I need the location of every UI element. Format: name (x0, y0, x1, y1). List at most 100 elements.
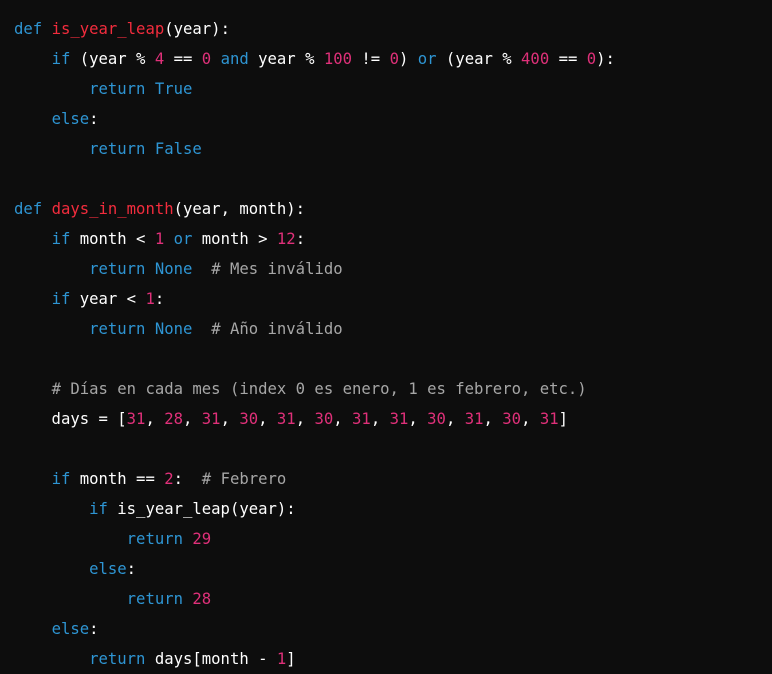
code-token-default (14, 320, 89, 338)
code-token-default: , (370, 410, 390, 428)
code-token-keyword: and (220, 50, 249, 68)
code-token-default: , (483, 410, 503, 428)
code-token-keyword: if (51, 50, 71, 68)
code-token-keyword: return (89, 650, 146, 668)
code-token-keyword: return (126, 530, 184, 548)
code-token-default (14, 530, 127, 548)
code-token-default: , (183, 410, 202, 428)
code-token-default: == (164, 50, 202, 68)
code-token-number: 30 (427, 410, 446, 428)
code-token-default (164, 230, 173, 248)
code-token-default: : (126, 560, 137, 578)
code-token-default: , (295, 410, 315, 428)
code-token-number: 100 (323, 50, 353, 68)
code-token-number: 31 (352, 410, 371, 428)
code-token-keyword: True (154, 80, 193, 98)
code-token-default: (year % (70, 50, 155, 68)
code-line: if month < 1 or month > 12: (14, 224, 772, 254)
code-token-function: is_year_leap (51, 20, 165, 38)
code-token-default: : (295, 230, 306, 248)
code-token-default (192, 320, 211, 338)
code-token-default: days[month - (145, 650, 277, 668)
code-line: return days[month - 1] (14, 644, 772, 674)
code-token-number: 2 (164, 470, 174, 488)
code-token-default: ] (558, 410, 569, 428)
code-token-keyword: if (51, 290, 71, 308)
code-token-number: 28 (192, 590, 212, 608)
code-line: else: (14, 104, 772, 134)
code-token-keyword: else (51, 620, 90, 638)
code-token-number: 30 (239, 410, 259, 428)
code-line: # Días en cada mes (index 0 es enero, 1 … (14, 374, 772, 404)
code-token-keyword: return (89, 140, 146, 158)
code-token-default (145, 80, 154, 98)
code-token-default (192, 260, 211, 278)
code-token-default: days = [ (14, 410, 127, 428)
code-token-number: 30 (502, 410, 522, 428)
code-token-default: ): (596, 50, 615, 68)
code-token-keyword: if (89, 500, 108, 518)
code-token-default (14, 560, 89, 578)
code-line: return True (14, 74, 772, 104)
code-line: days = [31, 28, 31, 30, 31, 30, 31, 31, … (14, 404, 772, 434)
code-token-default: (year): (164, 20, 230, 38)
code-token-default (14, 260, 89, 278)
code-token-number: 31 (276, 410, 296, 428)
code-token-default (14, 650, 89, 668)
code-token-number: 31 (201, 410, 221, 428)
code-token-default (14, 230, 52, 248)
code-token-default: , (220, 410, 240, 428)
code-token-default (145, 320, 154, 338)
code-token-keyword: or (417, 50, 437, 68)
code-token-keyword: return (89, 80, 146, 98)
code-token-keyword: def (14, 200, 43, 218)
code-token-keyword: return (89, 260, 146, 278)
code-token-default (145, 260, 154, 278)
code-token-default: (year % (436, 50, 522, 68)
code-token-keyword: or (173, 230, 193, 248)
code-token-default (211, 50, 220, 68)
code-token-number: 0 (389, 50, 399, 68)
code-token-default: == (549, 50, 587, 68)
code-token-default: month > (192, 230, 277, 248)
code-block: def is_year_leap(year): if (year % 4 == … (0, 0, 772, 674)
code-token-default (14, 500, 89, 518)
code-token-keyword: return (126, 590, 184, 608)
code-token-default: : (173, 470, 202, 488)
code-line: return 28 (14, 584, 772, 614)
code-token-default (14, 620, 52, 638)
code-token-default (14, 380, 52, 398)
code-token-default: , (445, 410, 465, 428)
code-token-number: 31 (126, 410, 146, 428)
code-token-default: : (89, 620, 99, 638)
code-token-default: month < (70, 230, 155, 248)
code-token-comment: # Año inválido (211, 320, 343, 338)
code-token-keyword: return (89, 320, 146, 338)
code-token-default: : (154, 290, 165, 308)
code-token-keyword: else (89, 560, 127, 578)
code-token-default: ] (286, 650, 296, 668)
code-line: if year < 1: (14, 284, 772, 314)
code-line: if month == 2: # Febrero (14, 464, 772, 494)
code-token-number: 30 (314, 410, 334, 428)
code-token-default: , (258, 410, 277, 428)
code-token-keyword: None (154, 320, 193, 338)
code-token-number: 29 (192, 530, 212, 548)
code-line: else: (14, 554, 772, 584)
code-line: def is_year_leap(year): (14, 14, 772, 44)
code-token-default (14, 470, 52, 488)
code-token-default (14, 590, 127, 608)
code-token-default: : (89, 110, 99, 128)
code-token-number: 0 (201, 50, 212, 68)
code-token-keyword: False (154, 140, 202, 158)
code-token-number: 400 (521, 50, 550, 68)
code-token-default (42, 200, 51, 218)
code-token-default: year % (248, 50, 324, 68)
code-token-default (14, 80, 89, 98)
code-token-default: , (145, 410, 165, 428)
code-line: return None # Año inválido (14, 314, 772, 344)
code-token-default: != (352, 50, 390, 68)
code-token-keyword: else (51, 110, 90, 128)
code-token-keyword: None (154, 260, 193, 278)
